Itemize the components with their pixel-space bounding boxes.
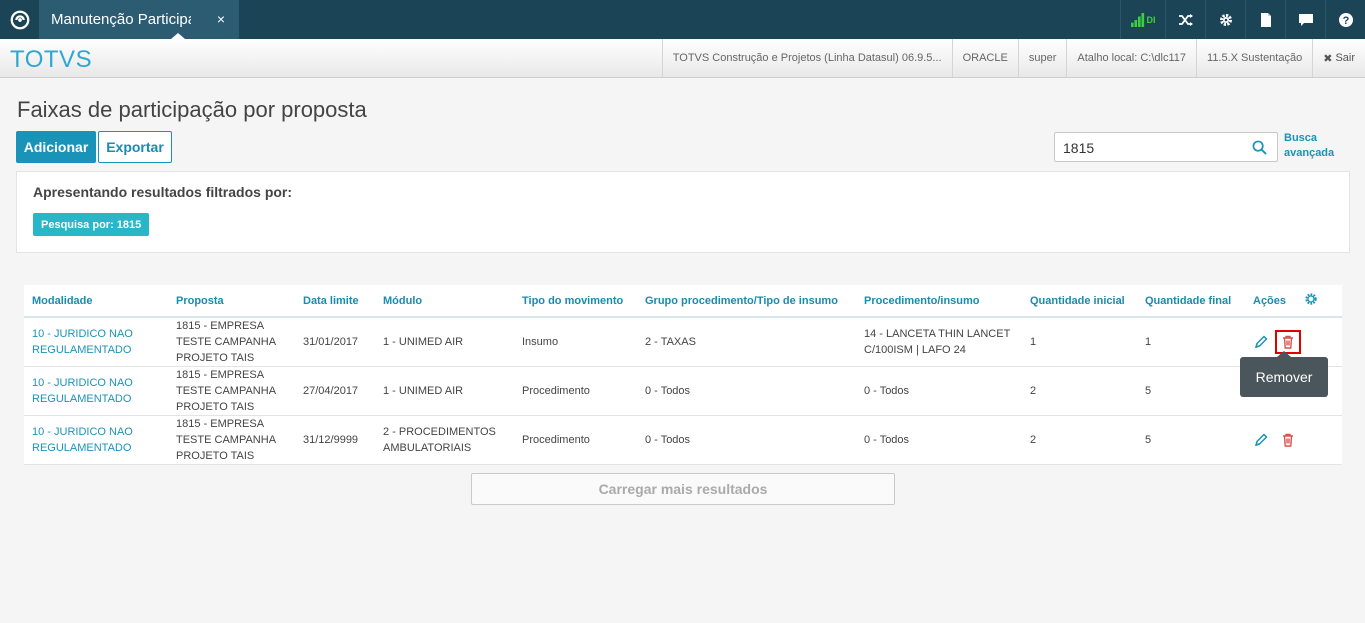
page-title: Faixas de participação por proposta	[17, 97, 367, 122]
header-tipo-movimento[interactable]: Tipo do movimento	[514, 285, 637, 318]
load-more-button[interactable]: Carregar mais resultados	[471, 473, 895, 505]
signal-label: DI	[1146, 14, 1156, 25]
cell-actions	[1245, 415, 1342, 465]
settings-button[interactable]	[1205, 0, 1245, 39]
cell-modalidade[interactable]: 10 - JURIDICO NAO REGULAMENTADO	[24, 317, 168, 367]
filter-title: Apresentando resultados filtrados por:	[33, 184, 293, 200]
user-info: super	[1017, 39, 1067, 77]
signal-icon	[1130, 12, 1144, 27]
cell-grupo: 0 - Todos	[637, 366, 856, 416]
database-info: ORACLE	[951, 39, 1018, 77]
close-icon: ✖	[1323, 52, 1333, 65]
edit-icon[interactable]	[1253, 432, 1269, 448]
cell-qtd-inicial: 2	[1022, 366, 1137, 416]
help-button[interactable]: ?	[1325, 0, 1365, 39]
cell-data-limite: 31/01/2017	[295, 317, 375, 367]
help-icon: ?	[1338, 12, 1353, 27]
table-row: 10 - JURIDICO NAO REGULAMENTADO 1815 - E…	[24, 366, 1342, 416]
cell-qtd-final: 5	[1137, 415, 1245, 465]
filter-tag[interactable]: Pesquisa por: 1815	[33, 213, 150, 236]
cell-modulo: 1 - UNIMED AIR	[375, 366, 514, 416]
cell-qtd-inicial: 2	[1022, 415, 1137, 465]
cell-procedimento: 0 - Todos	[856, 366, 1022, 416]
cell-proposta: 1815 - EMPRESA TESTE CAMPANHA PROJETO TA…	[168, 366, 295, 416]
cell-grupo: 2 - TAXAS	[637, 317, 856, 367]
cell-data-limite: 27/04/2017	[295, 366, 375, 416]
chat-icon	[1298, 13, 1313, 26]
header-modulo[interactable]: Módulo	[375, 285, 514, 318]
filter-panel: Apresentando resultados filtrados por: P…	[16, 171, 1350, 253]
brand-logo: TOTVS	[10, 46, 93, 73]
info-items: TOTVS Construção e Projetos (Linha Datas…	[661, 39, 1365, 77]
totvs-logo-icon[interactable]	[0, 0, 39, 39]
document-button[interactable]	[1245, 0, 1285, 39]
cell-tipo-movimento: Procedimento	[514, 366, 637, 416]
cell-proposta: 1815 - EMPRESA TESTE CAMPANHA PROJETO TA…	[168, 317, 295, 367]
results-table: Modalidade Proposta Data limite Módulo T…	[24, 285, 1342, 465]
edit-icon[interactable]	[1253, 334, 1269, 350]
chat-button[interactable]	[1285, 0, 1325, 39]
tab-label: Manutenção Participaç	[51, 11, 191, 28]
info-bar: TOTVS TOTVS Construção e Projetos (Linha…	[0, 39, 1365, 78]
header-procedimento[interactable]: Procedimento/insumo	[856, 285, 1022, 318]
delete-button[interactable]	[1275, 428, 1301, 452]
trash-icon	[1283, 335, 1293, 349]
tab-close-icon[interactable]: ×	[217, 11, 225, 27]
top-bar: Manutenção Participaç × DI ?	[0, 0, 1365, 39]
export-button[interactable]: Exportar	[98, 131, 172, 163]
gear-icon	[1305, 293, 1317, 305]
column-settings-button[interactable]	[1304, 285, 1342, 318]
cell-tipo-movimento: Insumo	[514, 317, 637, 367]
advanced-search-link[interactable]: Busca avançada	[1284, 131, 1344, 161]
gear-icon	[1219, 13, 1232, 26]
cell-proposta: 1815 - EMPRESA TESTE CAMPANHA PROJETO TA…	[168, 415, 295, 465]
table-row: 10 - JURIDICO NAO REGULAMENTADO 1815 - E…	[24, 415, 1342, 465]
search-box	[1054, 132, 1278, 162]
table-row: 10 - JURIDICO NAO REGULAMENTADO 1815 - E…	[24, 317, 1342, 367]
header-modalidade[interactable]: Modalidade	[24, 285, 168, 318]
logout-label: Sair	[1335, 52, 1355, 64]
add-button[interactable]: Adicionar	[16, 131, 96, 163]
signal-status-button[interactable]: DI	[1120, 0, 1165, 39]
header-qtd-final[interactable]: Quantidade final	[1137, 285, 1245, 318]
logout-button[interactable]: ✖ Sair	[1312, 39, 1365, 77]
shuffle-icon	[1178, 13, 1193, 26]
header-grupo[interactable]: Grupo procedimento/Tipo de insumo	[637, 285, 856, 318]
trash-icon	[1283, 433, 1293, 447]
search-input[interactable]	[1063, 138, 1243, 158]
cell-modalidade[interactable]: 10 - JURIDICO NAO REGULAMENTADO	[24, 415, 168, 465]
cell-qtd-final: 1	[1137, 317, 1245, 367]
cell-qtd-inicial: 1	[1022, 317, 1137, 367]
cell-modalidade[interactable]: 10 - JURIDICO NAO REGULAMENTADO	[24, 366, 168, 416]
top-icon-group: DI ?	[1120, 0, 1365, 39]
remove-tooltip: Remover	[1240, 357, 1328, 397]
table-header-row: Modalidade Proposta Data limite Módulo T…	[24, 285, 1342, 318]
cell-modulo: 1 - UNIMED AIR	[375, 317, 514, 367]
product-info[interactable]: TOTVS Construção e Projetos (Linha Datas…	[661, 39, 952, 77]
shortcut-info: Atalho local: C:\dlc117	[1066, 39, 1196, 77]
cell-modulo: 2 - PROCEDIMENTOS AMBULATORIAIS	[375, 415, 514, 465]
header-acoes: Ações	[1245, 285, 1304, 318]
cell-procedimento: 0 - Todos	[856, 415, 1022, 465]
shuffle-button[interactable]	[1165, 0, 1205, 39]
cell-grupo: 0 - Todos	[637, 415, 856, 465]
tab-manutencao[interactable]: Manutenção Participaç ×	[39, 0, 239, 39]
header-proposta[interactable]: Proposta	[168, 285, 295, 318]
search-icon[interactable]	[1252, 140, 1267, 155]
document-icon	[1260, 12, 1271, 27]
cell-tipo-movimento: Procedimento	[514, 415, 637, 465]
cell-data-limite: 31/12/9999	[295, 415, 375, 465]
svg-text:?: ?	[1342, 15, 1349, 27]
cell-procedimento: 14 - LANCETA THIN LANCET C/100ISM | LAFO…	[856, 317, 1022, 367]
header-data-limite[interactable]: Data limite	[295, 285, 375, 318]
cell-qtd-final: 5	[1137, 366, 1245, 416]
version-info: 11.5.X Sustentação	[1196, 39, 1312, 77]
header-qtd-inicial[interactable]: Quantidade inicial	[1022, 285, 1137, 318]
